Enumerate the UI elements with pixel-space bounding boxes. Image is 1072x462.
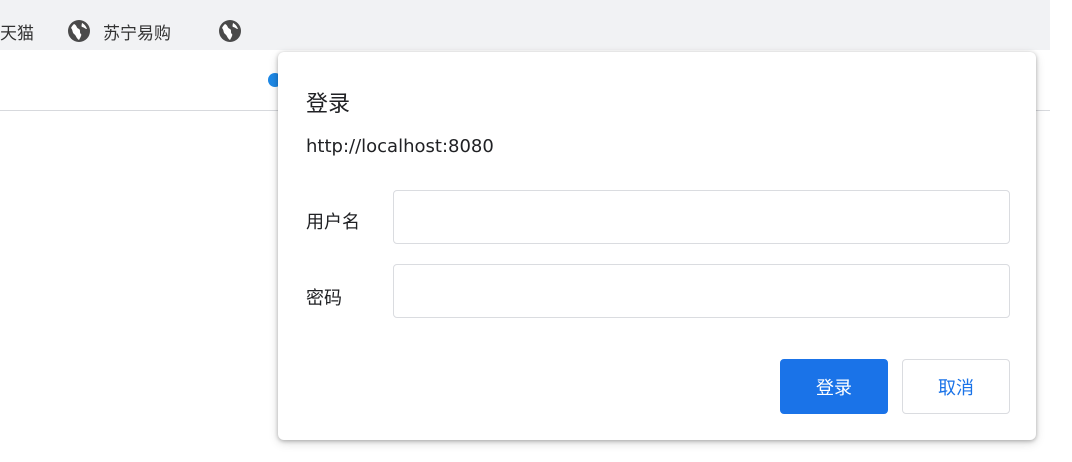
- bookmark-unnamed[interactable]: [218, 16, 242, 46]
- password-label: 密码: [306, 288, 342, 309]
- login-button[interactable]: 登录: [780, 359, 888, 414]
- dialog-origin: http://localhost:8080: [306, 136, 494, 157]
- page-edge: [1050, 0, 1072, 462]
- globe-icon: [218, 19, 242, 43]
- login-dialog: 登录 http://localhost:8080 用户名 密码 登录 取消: [278, 52, 1036, 440]
- dialog-title: 登录: [306, 92, 351, 117]
- password-input[interactable]: [393, 264, 1010, 318]
- globe-icon: [67, 19, 91, 43]
- bookmark-tmall[interactable]: 天猫: [0, 16, 34, 46]
- username-label: 用户名: [306, 212, 360, 233]
- username-input[interactable]: [393, 190, 1010, 244]
- bookmark-label: 苏宁易购: [103, 23, 171, 44]
- bookmark-label: 天猫: [0, 23, 34, 44]
- bookmark-suning[interactable]: 苏宁易购: [67, 16, 171, 46]
- cancel-button[interactable]: 取消: [902, 359, 1010, 414]
